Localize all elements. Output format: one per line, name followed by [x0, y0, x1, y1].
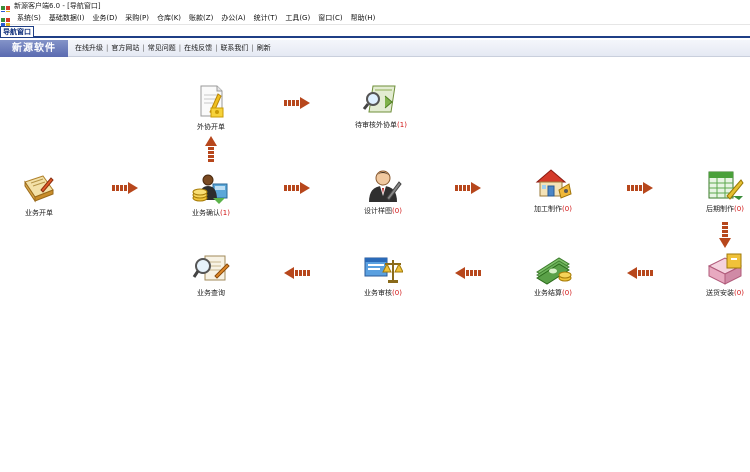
node-label: 业务查询 [197, 289, 225, 297]
arrow-right-icon [284, 97, 310, 109]
node-pending-outsource[interactable]: 待审核外协单(1) [336, 82, 426, 130]
arrow-left-icon [284, 267, 310, 279]
arrow-right-icon [112, 182, 138, 194]
nav-link-contact-us[interactable]: 联系我们 [217, 40, 251, 57]
menu-window[interactable]: 窗口(C) [314, 12, 346, 25]
designer-person-icon [363, 168, 403, 204]
app-window: 新源客户端6.0 - [导航窗口] 系统(S) 基础数据(I) 业务(D) 采购… [0, 0, 750, 472]
menu-office[interactable]: 办公(A) [217, 12, 249, 25]
node-label: 外协开单 [197, 123, 225, 131]
factory-house-icon [533, 166, 573, 202]
tab-navigation-window[interactable]: 导航窗口 [0, 26, 34, 37]
approval-magnifier-icon [361, 82, 401, 118]
money-stack-icon [533, 250, 573, 286]
arrow-right-icon [455, 182, 481, 194]
nav-band: 新源软件 在线升级 | 官方网站 | 常见问题 | 在线反馈 | 联系我们 | … [0, 40, 750, 57]
window-title: 新源客户端6.0 - [导航窗口] [14, 2, 101, 10]
confirm-coins-icon [191, 170, 231, 206]
node-outsource-order[interactable]: 外协开单 [166, 84, 256, 132]
menu-logo-icon [1, 13, 11, 27]
arrow-down-icon [719, 222, 731, 248]
menu-business[interactable]: 业务(D) [88, 12, 121, 25]
menu-accounts[interactable]: 账款(Z) [185, 12, 217, 25]
node-label: 业务结算(0) [534, 289, 572, 297]
menu-basic-data[interactable]: 基础数据(I) [45, 12, 89, 25]
workflow-canvas: 外协开单 待审核外协单(1) 业务开单 业务确认(1) 设计样图(0) 加工制作… [0, 58, 750, 472]
nav-link-online-upgrade[interactable]: 在线升级 [72, 40, 106, 57]
nav-link-official-site[interactable]: 官方网站 [108, 40, 142, 57]
menu-statistics[interactable]: 统计(T) [250, 12, 282, 25]
node-label: 加工制作(0) [534, 205, 572, 213]
menu-help[interactable]: 帮助(H) [347, 12, 380, 25]
node-business-settlement[interactable]: 业务结算(0) [508, 250, 598, 298]
arrow-left-icon [455, 267, 481, 279]
contract-pen-icon [191, 84, 231, 120]
node-business-audit[interactable]: 业务审核(0) [338, 250, 428, 298]
nav-link-feedback[interactable]: 在线反馈 [181, 40, 215, 57]
menu-tools[interactable]: 工具(G) [281, 12, 314, 25]
node-label: 业务确认(1) [192, 209, 230, 217]
node-label: 设计样图(0) [364, 207, 402, 215]
node-label: 待审核外协单(1) [355, 121, 407, 129]
node-business-order[interactable]: 业务开单 [0, 170, 84, 218]
node-business-query[interactable]: 业务查询 [166, 250, 256, 298]
node-label: 后期制作(0) [706, 205, 744, 213]
node-label: 业务审核(0) [364, 289, 402, 297]
node-design-draft[interactable]: 设计样图(0) [338, 168, 428, 216]
arrow-right-icon [627, 182, 653, 194]
nav-links: 在线升级 | 官方网站 | 常见问题 | 在线反馈 | 联系我们 | 刷新 [72, 40, 274, 57]
menu-bar: 系统(S) 基础数据(I) 业务(D) 采购(P) 仓库(K) 账款(Z) 办公… [0, 12, 750, 27]
menu-warehouse[interactable]: 仓库(K) [153, 12, 185, 25]
node-label: 送货安装(0) [706, 289, 744, 297]
delivery-box-icon [705, 250, 745, 286]
arrow-left-icon [627, 267, 653, 279]
title-bar: 新源客户端6.0 - [导航窗口] [0, 0, 750, 15]
order-book-icon [19, 170, 59, 206]
nav-link-refresh[interactable]: 刷新 [254, 40, 274, 57]
menu-system[interactable]: 系统(S) [13, 12, 45, 25]
nav-link-faq[interactable]: 常见问题 [145, 40, 179, 57]
audit-scale-icon [363, 250, 404, 286]
arrow-up-icon [205, 136, 217, 162]
tab-strip: 导航窗口 [0, 26, 750, 38]
menu-purchase[interactable]: 采购(P) [121, 12, 153, 25]
brand-label: 新源软件 [0, 40, 68, 57]
app-icon [1, 1, 11, 15]
arrow-right-icon [284, 182, 310, 194]
node-business-confirm[interactable]: 业务确认(1) [166, 170, 256, 218]
node-processing[interactable]: 加工制作(0) [508, 166, 598, 214]
query-magnifier-icon [191, 250, 231, 286]
node-delivery-install[interactable]: 送货安装(0) [680, 250, 750, 298]
node-label: 业务开单 [25, 209, 53, 217]
spreadsheet-tools-icon [705, 166, 745, 202]
node-post-production[interactable]: 后期制作(0) [680, 166, 750, 214]
